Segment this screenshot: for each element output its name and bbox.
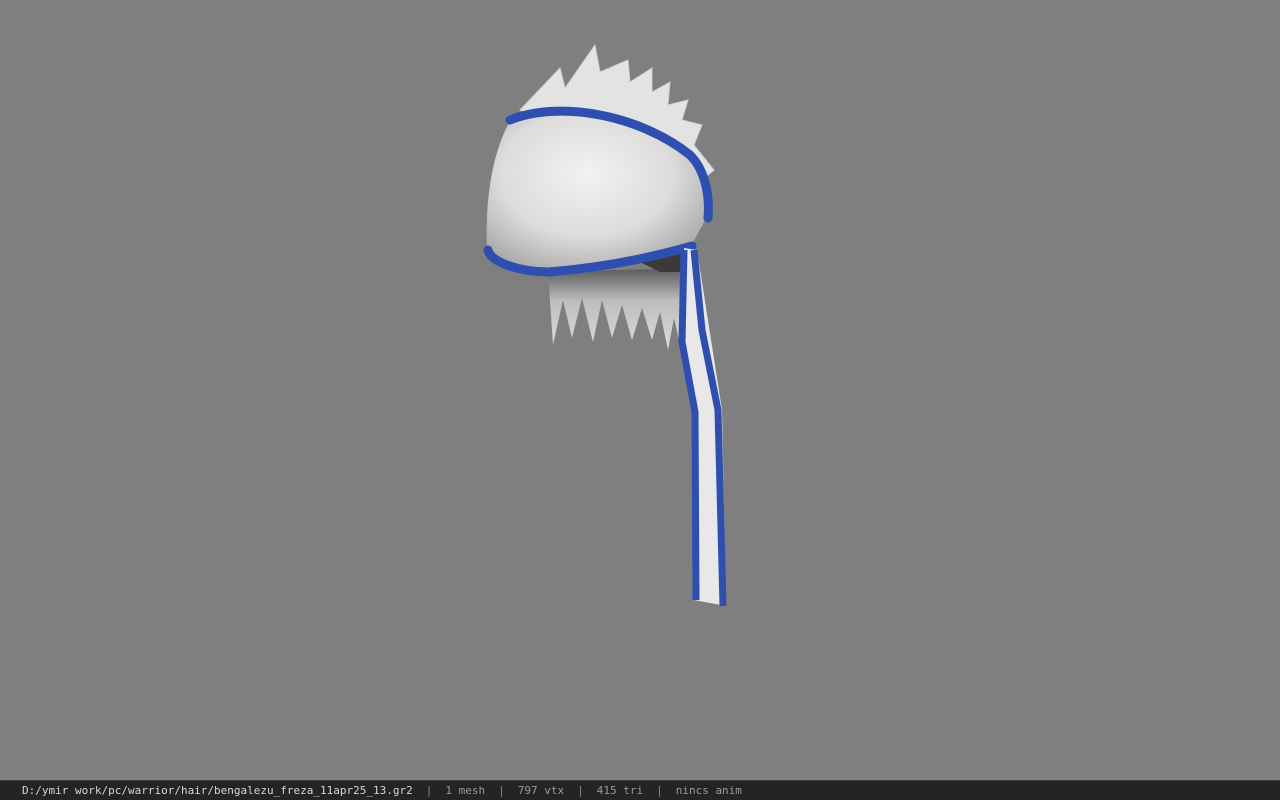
hair-model-render bbox=[483, 43, 727, 607]
hair-fringe-bottom bbox=[548, 268, 690, 362]
3d-viewport[interactable] bbox=[0, 0, 1280, 780]
status-separator: | bbox=[425, 784, 433, 797]
vertex-count: 797 vtx bbox=[517, 784, 565, 797]
mesh-count: 1 mesh bbox=[445, 784, 486, 797]
triangle-count: 415 tri bbox=[596, 784, 644, 797]
file-path: D:/ymir work/pc/warrior/hair/bengalezu_f… bbox=[22, 784, 413, 797]
status-bar: D:/ymir work/pc/warrior/hair/bengalezu_f… bbox=[0, 780, 1280, 800]
animation-status: nincs anim bbox=[675, 784, 742, 797]
status-separator: | bbox=[498, 784, 505, 797]
status-separator: | bbox=[577, 784, 584, 797]
status-separator: | bbox=[656, 784, 663, 797]
